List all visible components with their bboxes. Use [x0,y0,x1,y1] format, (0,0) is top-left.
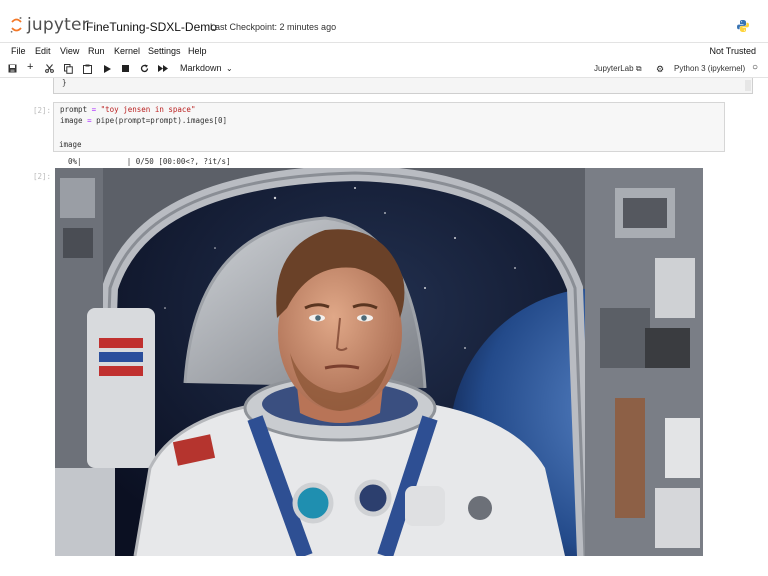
menu-view[interactable]: View [60,46,79,56]
menu-bar: File Edit View Run Kernel Settings Help … [0,42,768,62]
notebook-title[interactable]: FineTuning-SDXL-Demo [86,20,217,34]
input-prompt: [2]: [33,106,52,115]
open-jupyterlab-button[interactable]: JupyterLab ⧉ [594,64,642,74]
code-token: image [60,116,88,125]
python-logo-icon [737,20,749,32]
gear-icon[interactable]: ⚙ [656,63,664,75]
kernel-status-icon: ○ [752,62,759,73]
code-line: image = pipe(prompt=prompt).images[0] [60,116,227,126]
cell-scrollbar[interactable] [745,80,751,91]
menu-settings[interactable]: Settings [148,46,181,56]
cell-type-value: Markdown [180,63,222,73]
copy-icon[interactable] [64,64,73,74]
output-image [55,168,703,556]
output-prompt: [2]: [33,172,52,181]
code-line: image [59,140,82,149]
previous-code-cell[interactable]: } [53,78,753,94]
jupyter-ring-icon [10,17,22,33]
jupyterlab-label: JupyterLab [594,64,634,73]
code-token: prompt [60,105,92,114]
paste-icon[interactable] [83,64,92,74]
menu-edit[interactable]: Edit [35,46,51,56]
chevron-down-icon: ⌄ [226,64,233,73]
code-cell-continued[interactable] [53,129,725,152]
kernel-name[interactable]: Python 3 (ipykernel) [674,64,745,73]
notebook-header: jupyter FineTuning-SDXL-Demo Last Checkp… [0,0,768,42]
astronaut-image-icon [55,168,703,556]
interrupt-kernel-icon[interactable] [122,65,129,72]
code-line: prompt = "toy jensen in space" [60,105,195,115]
save-icon[interactable] [8,64,17,73]
checkpoint-status: Last Checkpoint: 2 minutes ago [210,22,337,32]
cell-type-select[interactable]: Markdown ⌄ [180,63,233,73]
menu-file[interactable]: File [11,46,26,56]
progress-output: 0%| | 0/50 [00:00<?, ?it/s] [59,157,231,166]
jupyter-logo[interactable]: jupyter [10,14,89,38]
external-link-icon: ⧉ [635,64,642,73]
restart-run-all-icon[interactable] [158,65,168,72]
menu-run[interactable]: Run [88,46,105,56]
add-cell-icon[interactable]: + [27,61,33,73]
notebook-toolbar: + Markdown ⌄ JupyterLab ⧉ ⚙ Python 3 (ip… [0,61,768,78]
string-token: "toy jensen in space" [96,105,196,114]
previous-cell-code: } [62,78,67,87]
logo-text: jupyter [27,15,89,35]
code-token: pipe(prompt=prompt).images[0] [91,116,228,125]
run-cell-icon[interactable] [104,65,111,73]
menu-kernel[interactable]: Kernel [114,46,140,56]
cut-icon[interactable] [45,64,54,73]
restart-kernel-icon[interactable] [140,64,149,73]
menu-help[interactable]: Help [188,46,207,56]
code-cell[interactable]: prompt = "toy jensen in space" image = p… [53,102,725,130]
trust-status[interactable]: Not Trusted [709,46,756,56]
